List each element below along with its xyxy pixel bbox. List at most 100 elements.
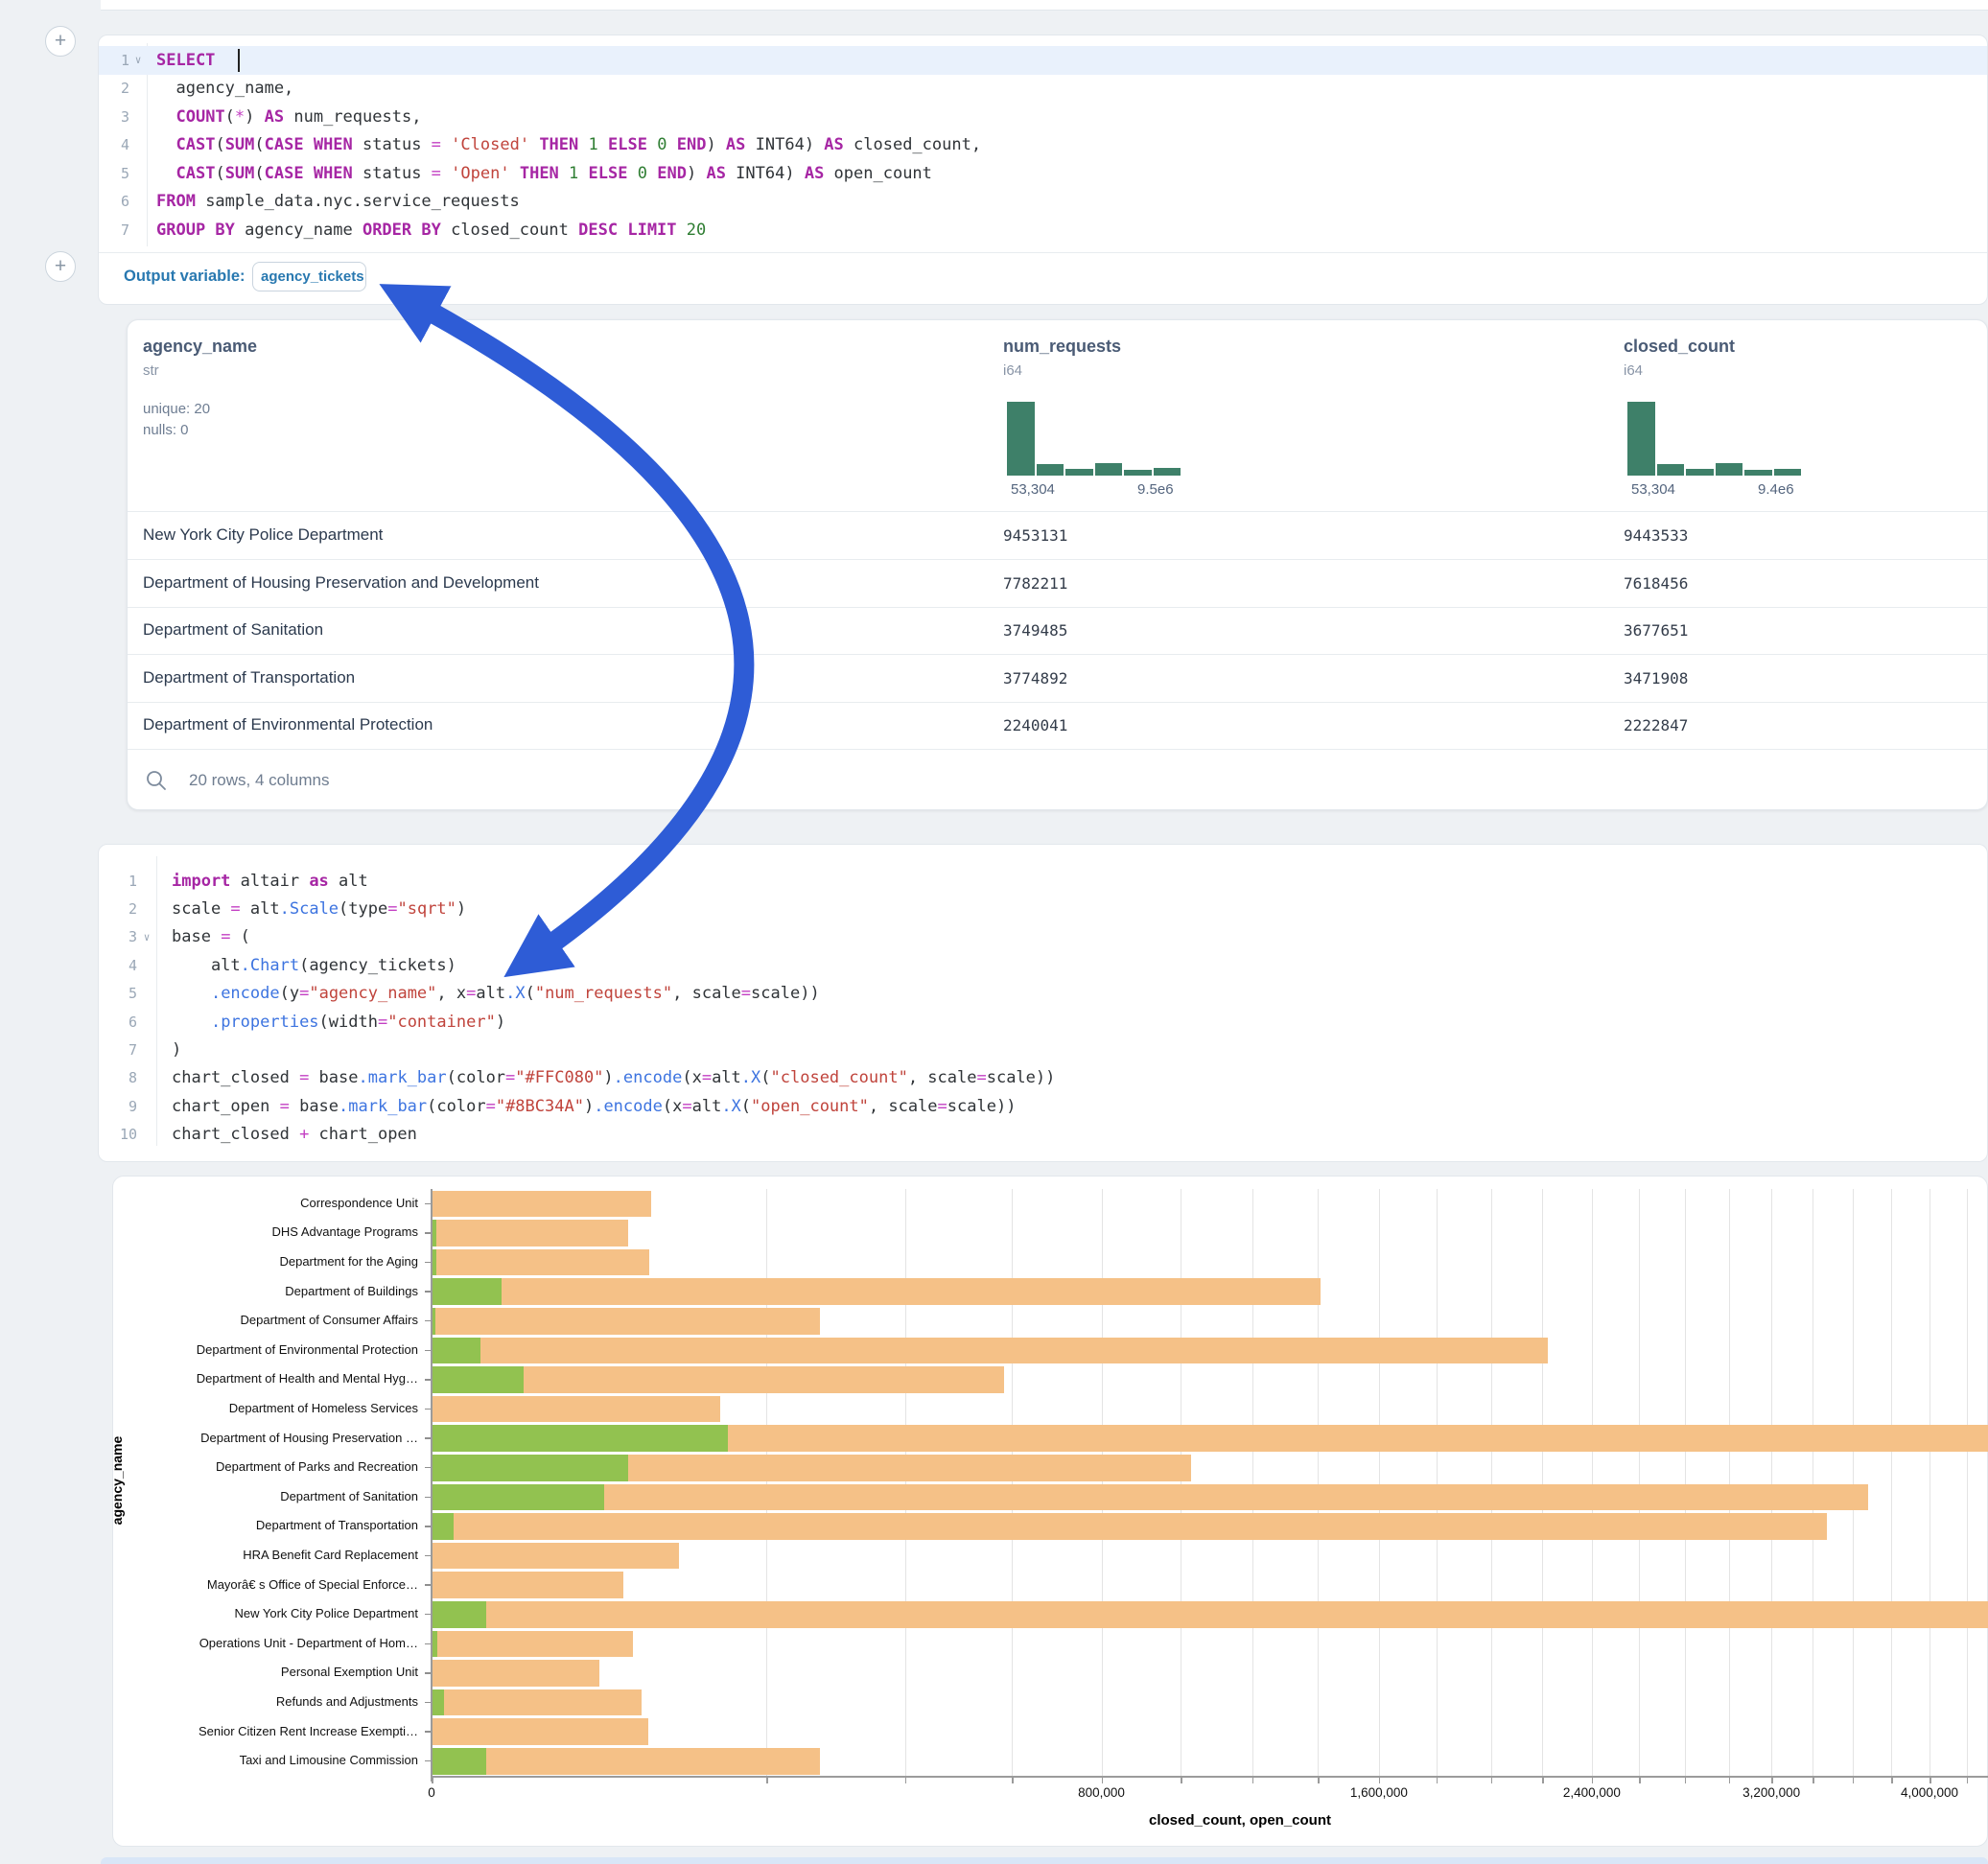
- column-header-name[interactable]: num_requests: [1003, 337, 1121, 357]
- row-separator: [128, 607, 1987, 608]
- token: ): [687, 164, 706, 183]
- token: CASE WHEN: [265, 164, 353, 183]
- code-line: 1∨SELECT: [99, 46, 1987, 75]
- histogram-bar: [1716, 463, 1743, 476]
- add-cell-button-output[interactable]: +: [45, 251, 76, 282]
- line-number: 3: [99, 928, 137, 945]
- token: [172, 1013, 211, 1032]
- token: (color: [427, 1097, 485, 1116]
- cell-separator: [99, 252, 1987, 253]
- token: ): [456, 899, 466, 919]
- token: alt: [692, 1097, 722, 1116]
- token: CASE WHEN: [265, 135, 353, 154]
- collapse-chevron-icon[interactable]: ∨: [129, 54, 147, 66]
- token: ): [496, 1013, 505, 1032]
- column-header-name[interactable]: agency_name: [143, 337, 257, 357]
- column-header-type: i64: [1624, 362, 1643, 379]
- python-code-cell[interactable]: 1import altair as alt2scale = alt.Scale(…: [98, 844, 1988, 1162]
- token: "container": [387, 1013, 496, 1032]
- token: 0: [657, 135, 667, 154]
- code-text: .properties(width="container"): [156, 1013, 505, 1032]
- token: (: [254, 135, 264, 154]
- column-header-type: i64: [1003, 362, 1022, 379]
- token: .Scale: [280, 899, 339, 919]
- token: FROM: [156, 192, 196, 211]
- token: (: [254, 164, 264, 183]
- code-text: agency_name,: [147, 79, 293, 98]
- token: 1: [589, 135, 598, 154]
- token: =: [741, 984, 751, 1003]
- token: [510, 164, 520, 183]
- token: , scale: [869, 1097, 938, 1116]
- token: .properties: [211, 1013, 319, 1032]
- token: AS: [726, 135, 745, 154]
- histogram-max-label: 9.5e6: [1137, 481, 1174, 498]
- token: 'Closed': [451, 135, 529, 154]
- column-header-name[interactable]: closed_count: [1624, 337, 1735, 357]
- token: GROUP BY: [156, 221, 235, 240]
- cell-closed-count: 9443533: [1624, 526, 1688, 545]
- code-line: 4 alt.Chart(agency_tickets): [99, 951, 1987, 979]
- token: status: [353, 164, 432, 183]
- line-number: 1: [99, 873, 137, 890]
- token: 1: [569, 164, 578, 183]
- token: [667, 135, 676, 154]
- line-number: 7: [99, 221, 129, 239]
- token: closed_count: [441, 221, 578, 240]
- code-text: ): [156, 1040, 181, 1060]
- next-cell-edge: [101, 1857, 1988, 1864]
- token: ): [706, 135, 725, 154]
- token: AS: [265, 107, 284, 127]
- column-histogram: [1627, 401, 1801, 476]
- code-text: base = (: [156, 927, 250, 946]
- cell-num-requests: 3749485: [1003, 621, 1067, 640]
- token: "agency_name": [309, 984, 436, 1003]
- output-variable-pill[interactable]: agency_tickets: [252, 262, 366, 291]
- token: [156, 135, 175, 154]
- token: [578, 135, 588, 154]
- code-text: SELECT: [147, 51, 225, 70]
- search-icon[interactable]: [145, 769, 168, 792]
- row-separator: [128, 559, 1987, 560]
- line-number: 10: [99, 1126, 137, 1143]
- token: .encode: [211, 984, 280, 1003]
- token: END: [657, 164, 687, 183]
- token: (x: [682, 1068, 701, 1087]
- token: =: [938, 1097, 947, 1116]
- histogram-min-label: 53,304: [1631, 481, 1675, 498]
- code-text: .encode(y="agency_name", x=alt.X("num_re…: [156, 984, 820, 1003]
- token: chart_closed: [172, 1125, 299, 1144]
- token: AS: [805, 164, 824, 183]
- code-text: chart_open = base.mark_bar(color="#8BC34…: [156, 1097, 1016, 1116]
- token: .encode: [614, 1068, 683, 1087]
- token: base: [290, 1097, 339, 1116]
- code-text: alt.Chart(agency_tickets): [156, 956, 456, 975]
- line-number: 2: [99, 900, 137, 918]
- token: ): [584, 1097, 594, 1116]
- line-number: 3: [99, 108, 129, 126]
- token: [441, 135, 451, 154]
- token: [647, 135, 657, 154]
- token: =: [682, 1097, 691, 1116]
- sql-code-cell[interactable]: 1∨SELECT 2 agency_name,3 COUNT(*) AS num…: [98, 35, 1988, 305]
- row-separator: [128, 702, 1987, 703]
- dataframe-preview: agency_namestrunique: 20nulls: 0num_requ…: [127, 319, 1988, 810]
- token: +: [299, 1125, 309, 1144]
- chart-x-axis-title: closed_count, open_count: [1087, 1812, 1393, 1829]
- token: =: [387, 899, 397, 919]
- column-header-type: str: [143, 362, 159, 379]
- token: [156, 107, 175, 127]
- token: ): [603, 1068, 613, 1087]
- token: num_requests,: [284, 107, 421, 127]
- cell-agency-name: Department of Transportation: [143, 668, 355, 687]
- token: [598, 135, 608, 154]
- code-line: 6 .properties(width="container"): [99, 1008, 1987, 1036]
- add-cell-button-top[interactable]: +: [45, 26, 76, 57]
- code-line: 5 CAST(SUM(CASE WHEN status = 'Open' THE…: [99, 159, 1987, 188]
- token: alt: [172, 956, 241, 975]
- code-text: chart_closed = base.mark_bar(color="#FFC…: [156, 1068, 1055, 1087]
- code-line: 2scale = alt.Scale(type="sqrt"): [99, 895, 1987, 922]
- collapse-chevron-icon[interactable]: ∨: [137, 931, 156, 944]
- token: SUM: [225, 135, 255, 154]
- line-number: 5: [99, 985, 137, 1002]
